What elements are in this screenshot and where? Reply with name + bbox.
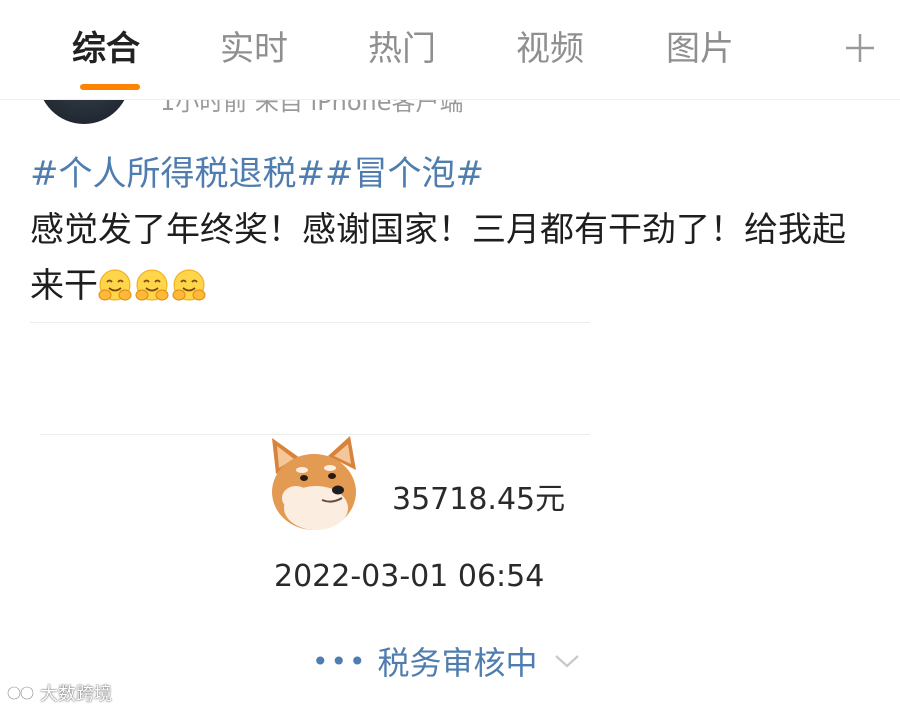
watermark-logo-icon xyxy=(6,685,35,701)
tab-divider xyxy=(0,99,900,100)
emoji-row xyxy=(98,266,209,306)
refund-status[interactable]: ••• 税务审核中 xyxy=(312,638,580,684)
chevron-down-icon xyxy=(554,655,579,668)
hug-emoji xyxy=(98,269,132,301)
tab-bar: 综合 实时 热门 视频 图片 xyxy=(0,0,900,100)
watermark: 大数跨境 xyxy=(6,680,112,706)
tab-realtime[interactable]: 实时 xyxy=(220,26,288,72)
active-tab-indicator xyxy=(80,84,140,90)
post-text: 感觉发了年终奖！感谢国家！三月都有干劲了！给我起来干 xyxy=(30,202,870,314)
add-tab-icon[interactable] xyxy=(842,30,878,66)
tab-images[interactable]: 图片 xyxy=(666,26,734,72)
divider xyxy=(30,322,590,323)
topic-hashtags[interactable]: #个人所得税退税##冒个泡# xyxy=(30,150,484,198)
status-dots: ••• xyxy=(312,644,368,678)
hug-emoji xyxy=(135,269,169,301)
watermark-text: 大数跨境 xyxy=(40,684,112,705)
doge-avatar-icon xyxy=(272,436,356,530)
tab-hot[interactable]: 热门 xyxy=(368,26,436,72)
refund-amount: 35718.45元 xyxy=(392,482,566,517)
tab-comprehensive[interactable]: 综合 xyxy=(72,26,140,72)
hug-emoji xyxy=(172,269,206,301)
status-text: 税务审核中 xyxy=(377,644,538,682)
refund-timestamp: 2022-03-01 06:54 xyxy=(274,559,545,594)
tab-video[interactable]: 视频 xyxy=(516,26,584,72)
